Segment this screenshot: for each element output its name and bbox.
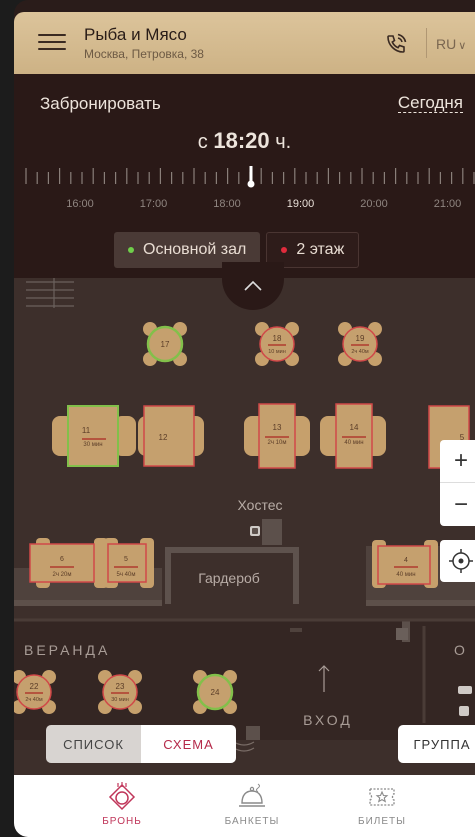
bottom-navigation: БРОНЬ БАНКЕТЫ БИЛЕТЫ bbox=[14, 775, 475, 837]
table-4[interactable]: 4 40 мин bbox=[372, 540, 438, 588]
app-header: Рыба и Мясо Москва, Петровка, 38 RU ∨ bbox=[14, 12, 475, 74]
locate-button[interactable] bbox=[440, 540, 475, 582]
entrance-label: ВХОД bbox=[303, 712, 353, 728]
table-number: 12 bbox=[159, 433, 168, 442]
time-slider[interactable]: 16:00 17:00 18:00 19:00 20:00 21:00 bbox=[14, 162, 475, 212]
timeline-hour-label: 18:00 bbox=[213, 198, 241, 210]
table-6[interactable]: 6 2ч 20м bbox=[29, 538, 108, 588]
table-time: 10 мин bbox=[268, 349, 286, 355]
language-selector[interactable]: RU ∨ bbox=[436, 36, 466, 52]
header-divider bbox=[426, 28, 427, 58]
nav-label: БИЛЕТЫ bbox=[358, 816, 406, 827]
table-22[interactable]: 22 2ч 40м bbox=[14, 670, 56, 714]
timeline-hour-label: 21:00 bbox=[434, 198, 462, 210]
cloakroom-label: Гардероб bbox=[198, 570, 260, 586]
app-screen: Рыба и Мясо Москва, Петровка, 38 RU ∨ Заб… bbox=[14, 0, 475, 837]
nav-booking[interactable]: БРОНЬ bbox=[72, 781, 172, 837]
time-suffix: ч. bbox=[275, 131, 292, 153]
table-number: 22 bbox=[30, 682, 39, 691]
table-number: 19 bbox=[356, 334, 365, 343]
table-number: 5 bbox=[124, 556, 128, 563]
table-number: 6 bbox=[60, 556, 64, 563]
table-time: 5ч 40м bbox=[117, 572, 136, 578]
table-time: 30 мин bbox=[111, 697, 129, 703]
table-time: 40 мин bbox=[396, 572, 415, 578]
nav-label: БРОНЬ bbox=[102, 816, 142, 827]
time-prefix: с bbox=[197, 131, 208, 153]
table-12[interactable]: 12 bbox=[138, 405, 204, 467]
table-time: 2ч 10м bbox=[268, 440, 287, 446]
restaurant-address: Москва, Петровка, 38 bbox=[84, 47, 204, 61]
table-time: 40 мин bbox=[344, 440, 363, 446]
status-dot bbox=[128, 247, 134, 253]
dish-icon bbox=[108, 782, 136, 811]
time-value: 18:20 bbox=[213, 128, 270, 153]
table-number: 24 bbox=[211, 688, 220, 697]
table-number: 13 bbox=[273, 423, 282, 432]
crosshair-icon bbox=[449, 549, 473, 573]
selected-time: с 18:20 ч. bbox=[14, 128, 475, 154]
hostess-label: Хостес bbox=[237, 497, 282, 513]
timeline-hour-label: 20:00 bbox=[360, 198, 388, 210]
table-top bbox=[102, 674, 138, 710]
nav-label: БАНКЕТЫ bbox=[224, 816, 280, 827]
table-23[interactable]: 23 30 мин bbox=[98, 670, 142, 714]
restaurant-name: Рыба и Мясо bbox=[84, 25, 187, 44]
date-selector[interactable]: Сегодня bbox=[397, 94, 463, 113]
zoom-in-button[interactable]: + bbox=[440, 440, 475, 483]
timeline-hour-label: 16:00 bbox=[66, 198, 94, 210]
table-17[interactable]: 17 bbox=[143, 322, 187, 366]
language-code: RU bbox=[436, 36, 457, 52]
table-top bbox=[259, 326, 295, 362]
booking-panel: Забронировать Сегодня с 18:20 ч. 16:00 17… bbox=[14, 74, 475, 278]
timeline-hour-label: 19:00 bbox=[287, 198, 315, 210]
menu-button[interactable] bbox=[38, 30, 68, 54]
nav-tickets[interactable]: БИЛЕТЫ bbox=[332, 781, 432, 837]
table-number: 11 bbox=[82, 426, 91, 435]
zone-label: Основной зал bbox=[143, 241, 247, 258]
cloche-icon bbox=[239, 783, 265, 807]
veranda-label: ВЕРАНДА bbox=[24, 642, 110, 658]
table-number: 14 bbox=[350, 423, 359, 432]
table-top bbox=[16, 674, 52, 710]
phone-icon[interactable] bbox=[384, 32, 408, 56]
zone-label: 2 этаж bbox=[296, 241, 345, 258]
table-number: 23 bbox=[116, 682, 125, 691]
nav-banquets[interactable]: БАНКЕТЫ bbox=[202, 781, 302, 837]
table-top bbox=[342, 326, 378, 362]
chevron-down-icon: ∨ bbox=[458, 40, 467, 52]
table-time: 2ч 40м bbox=[25, 697, 43, 703]
table-number: 4 bbox=[404, 557, 408, 564]
zoom-out-button[interactable]: − bbox=[440, 483, 475, 526]
table-18[interactable]: 18 10 мин bbox=[255, 322, 299, 366]
table-24[interactable]: 24 bbox=[193, 670, 237, 714]
scheme-view-button[interactable]: СХЕМА bbox=[141, 725, 236, 763]
zoom-controls: + − bbox=[440, 440, 475, 526]
table-time: 30 мин bbox=[83, 442, 102, 448]
status-dot bbox=[281, 247, 288, 253]
edge-label: О bbox=[454, 642, 468, 658]
chevron-up-icon bbox=[244, 280, 262, 291]
view-toggle: СПИСОК СХЕМА bbox=[46, 725, 236, 763]
group-button[interactable]: ГРУППА bbox=[398, 725, 475, 763]
table-number: 17 bbox=[161, 340, 170, 349]
list-view-button[interactable]: СПИСОК bbox=[46, 725, 141, 763]
table-time: 2ч 40м bbox=[351, 349, 369, 355]
table-19[interactable]: 19 2ч 40м bbox=[338, 322, 382, 366]
floor-plan[interactable]: 17 18 10 мин 19 2ч 40м 11 30 мин 12 13 2… bbox=[14, 278, 475, 775]
table-number: 18 bbox=[273, 334, 282, 343]
ticket-icon bbox=[369, 788, 395, 806]
table-5[interactable]: 5 5ч 40м bbox=[104, 538, 154, 588]
time-slider-knob[interactable] bbox=[247, 180, 255, 188]
timeline-hour-label: 17:00 bbox=[140, 198, 168, 210]
booking-label: Забронировать bbox=[40, 94, 161, 113]
table-time: 2ч 20м bbox=[53, 572, 72, 578]
